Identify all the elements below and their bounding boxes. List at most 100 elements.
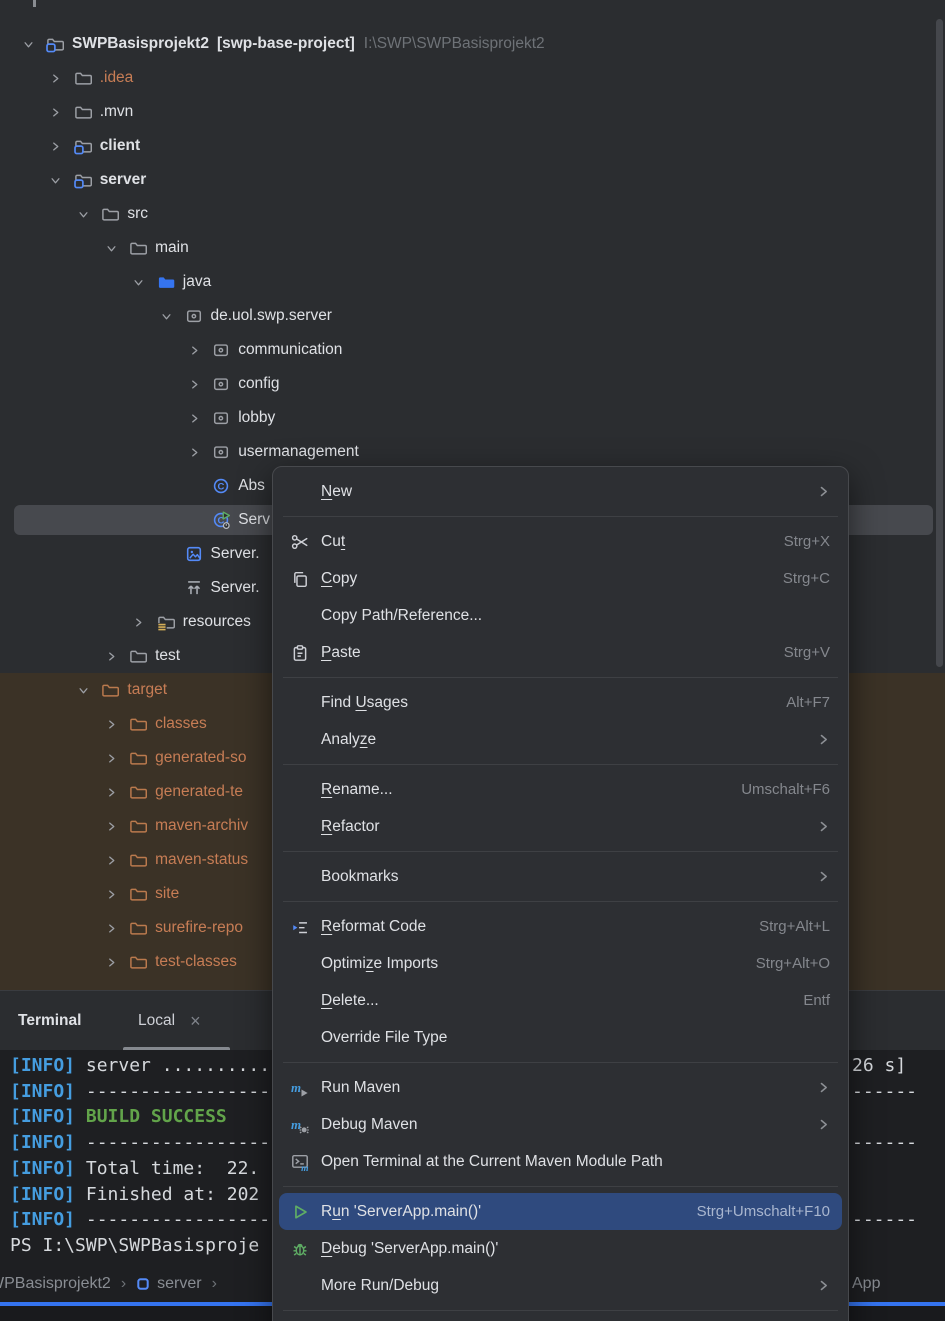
tree-item-label: de.uol.swp.server [211,307,332,325]
tree-scrollbar[interactable] [936,19,943,667]
menu-item-label: Analyze [321,731,376,749]
terminal-line-fragment: 26 s] [852,1053,906,1079]
chevron-right-icon[interactable] [103,923,119,934]
chevron-right-icon[interactable] [103,753,119,764]
chevron-right-icon[interactable] [48,141,64,152]
tree-row-java[interactable]: java [0,265,945,299]
tree-row-server[interactable]: server [0,163,945,197]
chevron-down-icon[interactable] [48,175,64,186]
tree-item-label: Server. [211,579,260,597]
module-folder-icon [74,171,92,189]
chevron-right-icon[interactable] [48,73,64,84]
menu-item-label: Run 'ServerApp.main()' [321,1203,481,1221]
menu-item-optimize-imports[interactable]: Optimize ImportsStrg+Alt+O [279,945,842,982]
tree-row-client[interactable]: client [0,129,945,163]
chevron-right-icon[interactable] [186,379,202,390]
terminal-text-segment: Finished at: 202 [75,1184,259,1205]
chevron-right-icon[interactable] [48,107,64,118]
tree-item-label: site [155,885,179,903]
chevron-down-icon[interactable] [75,209,91,220]
tree-item-path: I:\SWP\SWPBasisprojekt2 [364,35,545,53]
chevron-right-icon[interactable] [103,651,119,662]
pull-up-file-icon [185,579,203,597]
menu-item-shortcut: Strg+X [784,533,830,550]
menu-item-run-serverapp-main[interactable]: Run 'ServerApp.main()'Strg+Umschalt+F10 [279,1193,842,1230]
tree-item-label: src [127,205,148,223]
menu-item-bookmarks[interactable]: Bookmarks [279,858,842,895]
chevron-down-icon[interactable] [20,39,36,50]
chevron-right-icon[interactable] [103,855,119,866]
menu-icon-spacer [291,1277,311,1295]
tree-row-usermanagement[interactable]: usermanagement [0,435,945,469]
terminal-text-segment: [INFO] [10,1081,75,1102]
menu-item-debug-serverapp-main[interactable]: Debug 'ServerApp.main()' [279,1230,842,1267]
menu-item-refactor[interactable]: Refactor [279,808,842,845]
chevron-right-icon[interactable] [103,957,119,968]
tree-row-mvn[interactable]: .mvn [0,95,945,129]
folder-excluded-icon [129,885,147,903]
breadcrumb-project[interactable]: WPBasisprojekt2 [0,1275,111,1293]
chevron-down-icon[interactable] [103,243,119,254]
close-tab-icon[interactable]: × [190,1012,201,1030]
menu-item-label: Refactor [321,818,380,836]
menu-item-new[interactable]: New [279,473,842,510]
menu-item-copy[interactable]: CopyStrg+C [279,560,842,597]
menu-item-more-run-debug[interactable]: More Run/Debug [279,1267,842,1304]
menu-item-run-maven[interactable]: mRun Maven [279,1069,842,1106]
folder-excluded-icon [129,919,147,937]
chevron-down-icon[interactable] [159,311,175,322]
chevron-right-icon[interactable] [103,719,119,730]
ide-screen: SWPBasisprojekt2[swp-base-project]I:\SWP… [0,0,945,1321]
menu-separator [283,851,838,852]
chevron-right-icon[interactable] [103,787,119,798]
chevron-right-icon[interactable] [186,345,202,356]
tree-row-main[interactable]: main [0,231,945,265]
menu-separator [283,1310,838,1311]
menu-item-cut[interactable]: Cut Strg+X [279,523,842,560]
module-folder-icon [46,35,64,53]
menu-item-debug-maven[interactable]: mDebug Maven [279,1106,842,1143]
tree-row-config[interactable]: config [0,367,945,401]
tree-row-de-uol-swp-server[interactable]: de.uol.swp.server [0,299,945,333]
breadcrumb-tail[interactable]: App [852,1275,880,1293]
terminal-tab-local[interactable]: Local × [138,991,201,1050]
tree-row-src[interactable]: src [0,197,945,231]
chevron-right-icon[interactable] [103,889,119,900]
folder-icon [74,103,92,121]
menu-item-analyze[interactable]: Analyze [279,721,842,758]
menu-item-label: Cut [321,533,345,551]
menu-item-reformat-code[interactable]: Reformat CodeStrg+Alt+L [279,908,842,945]
tree-item-label: surefire-repo [155,919,243,937]
menu-item-find-usages[interactable]: Find UsagesAlt+F7 [279,684,842,721]
menu-item-label: Paste [321,644,361,662]
tree-item-label: usermanagement [238,443,359,461]
tree-item-label: Abs [238,477,265,495]
chevron-down-icon[interactable] [75,685,91,696]
menu-icon-spacer [291,818,311,836]
module-icon [136,1277,150,1291]
chevron-right-icon[interactable] [103,821,119,832]
chevron-down-icon[interactable] [131,277,147,288]
folder-excluded-icon [129,817,147,835]
menu-item-rename[interactable]: Rename...Umschalt+F6 [279,771,842,808]
menu-item-open-terminal-at-the-current-maven-module-path[interactable]: mOpen Terminal at the Current Maven Modu… [279,1143,842,1180]
chevron-right-icon[interactable] [186,447,202,458]
folder-icon [101,205,119,223]
resources-folder-icon [157,613,175,631]
tree-row-idea[interactable]: .idea [0,61,945,95]
menu-item-override-file-type[interactable]: Override File Type [279,1019,842,1056]
clipped-row-fragment [33,0,36,7]
breadcrumb-module[interactable]: server [157,1275,201,1293]
folder-excluded-icon [101,681,119,699]
tree-row-lobby[interactable]: lobby [0,401,945,435]
menu-item-paste[interactable]: Paste Strg+V [279,634,842,671]
terminal-text-segment: BUILD SUCCESS [86,1106,227,1127]
menu-item-copy-path-reference[interactable]: Copy Path/Reference... [279,597,842,634]
menu-item-shortcut: Strg+V [784,644,830,661]
tree-row-swpbasisprojekt2[interactable]: SWPBasisprojekt2[swp-base-project]I:\SWP… [0,27,945,61]
chevron-right-icon[interactable] [131,617,147,628]
tree-row-communication[interactable]: communication [0,333,945,367]
active-tab-indicator [123,1047,230,1050]
chevron-right-icon[interactable] [186,413,202,424]
menu-item-delete[interactable]: Delete...Entf [279,982,842,1019]
